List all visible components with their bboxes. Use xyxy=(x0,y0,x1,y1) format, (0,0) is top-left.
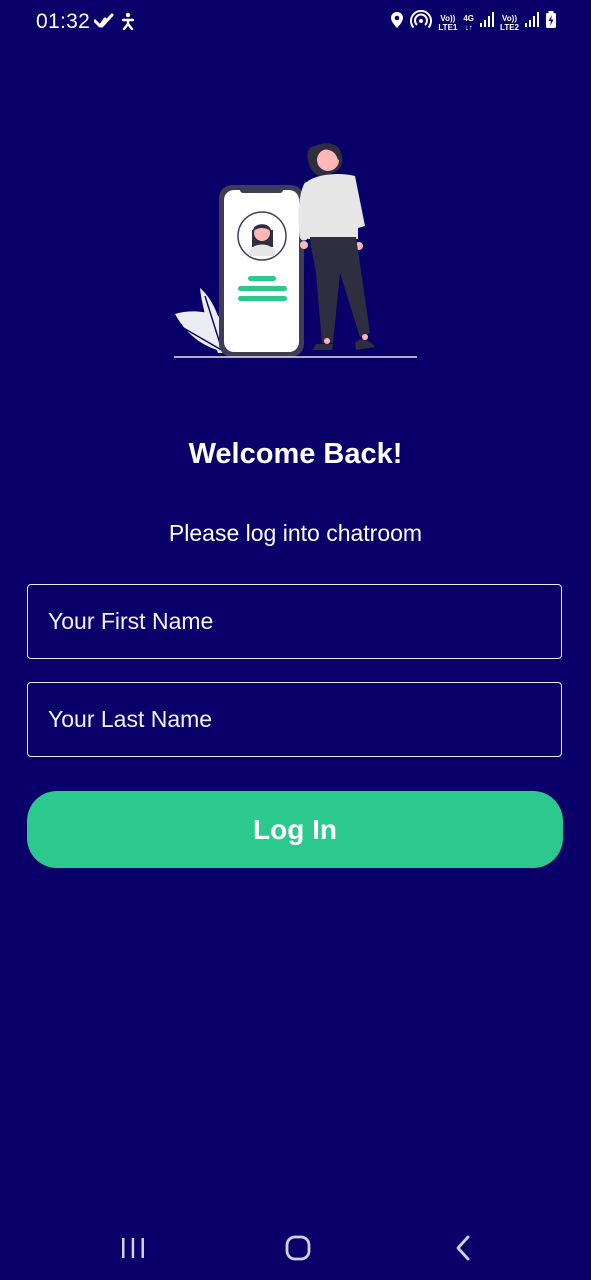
location-icon xyxy=(390,11,404,34)
status-left-icons xyxy=(93,12,136,35)
last-name-input[interactable] xyxy=(28,683,561,756)
signal-icon xyxy=(525,12,539,33)
net-bottom-label: ↓↑ xyxy=(464,22,473,32)
phone-illustration xyxy=(219,185,304,357)
sim2-top-label: Vo)) xyxy=(502,13,517,23)
recent-apps-icon[interactable] xyxy=(103,1218,163,1278)
status-right-icons: Vo)) LTE1 4G ↓↑ Vo)) LTE2 xyxy=(390,9,557,35)
login-button[interactable]: Log In xyxy=(27,791,563,868)
signal-icon xyxy=(480,12,495,33)
home-icon[interactable] xyxy=(268,1218,328,1278)
first-name-field[interactable] xyxy=(27,584,562,659)
volte-lte1-icon: Vo)) LTE1 xyxy=(438,14,457,32)
status-bar: 01:32 Vo)) LTE1 4G ↓↑ Vo)) LTE2 xyxy=(0,0,591,46)
check-icon xyxy=(93,12,114,35)
sim1-top-label: Vo)) xyxy=(440,13,456,23)
sim1-bottom-label: LTE1 xyxy=(438,22,458,32)
first-name-input[interactable] xyxy=(28,585,561,658)
net-top-label: 4G xyxy=(463,13,475,23)
sim2-bottom-label: LTE2 xyxy=(500,22,519,32)
welcome-title: Welcome Back! xyxy=(188,438,403,470)
status-time: 01:32 xyxy=(36,10,91,33)
battery-charging-icon xyxy=(545,11,557,34)
4g-icon: 4G ↓↑ xyxy=(463,14,474,32)
person-illustration xyxy=(298,143,375,350)
last-name-field[interactable] xyxy=(27,682,562,757)
back-icon[interactable] xyxy=(433,1218,493,1278)
welcome-subtitle: Please log into chatroom xyxy=(168,520,423,546)
volte-lte2-icon: Vo)) LTE2 xyxy=(500,14,519,32)
accessibility-icon xyxy=(120,12,136,35)
hotspot-icon xyxy=(410,9,433,35)
navigation-bar xyxy=(0,1218,591,1280)
login-illustration xyxy=(170,138,420,362)
